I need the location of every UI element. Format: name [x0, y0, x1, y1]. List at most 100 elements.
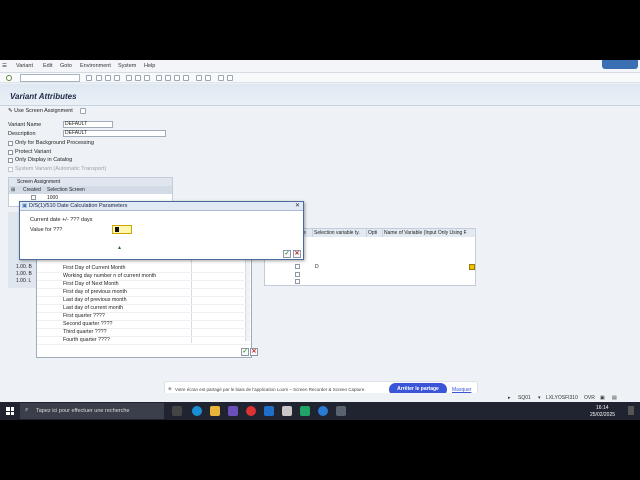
left-row-1: 1.00. B — [16, 264, 32, 270]
application-toolbar: ✎ Use Screen Assignment — [0, 106, 640, 117]
value-help-icon[interactable] — [469, 264, 475, 270]
next-page-icon[interactable] — [174, 75, 180, 81]
command-field[interactable] — [20, 74, 80, 82]
menu-environment[interactable]: Environment — [80, 63, 111, 69]
notifications-icon[interactable] — [628, 406, 634, 415]
file-explorer-icon[interactable] — [210, 406, 220, 416]
dropdown-item[interactable]: First day of previous month — [63, 289, 127, 295]
dropdown-confirm-button[interactable]: ✓ — [241, 348, 249, 356]
edge-icon[interactable] — [192, 406, 202, 416]
excel-icon[interactable] — [300, 406, 310, 416]
find-icon[interactable] — [135, 75, 141, 81]
menu-help[interactable]: Help — [144, 63, 155, 69]
new-session-icon[interactable] — [196, 75, 202, 81]
status-dropdown-icon[interactable]: ▾ — [538, 395, 541, 401]
menu-system[interactable]: System — [118, 63, 136, 69]
search-placeholder: Tapez ici pour effectuer une recherche — [36, 408, 130, 414]
status-arrow-icon[interactable]: ▸ — [508, 395, 511, 401]
current-date-label: Current date +/- ??? days — [30, 217, 93, 223]
col-created: Created — [23, 187, 41, 193]
row2-checkbox[interactable] — [295, 272, 300, 277]
menu-bar: ☰ Variant Edit Goto Environment System H… — [0, 60, 640, 73]
sap-gui-icon[interactable] — [336, 406, 346, 416]
first-page-icon[interactable] — [156, 75, 162, 81]
clock-date: 25/02/2025 — [590, 412, 616, 418]
only-display-checkbox[interactable] — [8, 158, 13, 163]
sap-logon-icon[interactable] — [318, 406, 328, 416]
dropdown-item[interactable]: First quarter ???? — [63, 313, 105, 319]
dropdown-item[interactable]: Second quarter ???? — [63, 321, 112, 327]
col-selection-screen: Selection Screen — [47, 187, 85, 193]
teams-icon[interactable] — [228, 406, 238, 416]
variant-name-label: Variant Name — [8, 122, 42, 128]
mouse-pointer-icon: ▴ — [118, 245, 122, 251]
exit-icon[interactable] — [105, 75, 111, 81]
value-for-label: Value for ??? — [30, 227, 63, 233]
date-calculation-dialog: ▣ D/S(1)/510 Date Calculation Parameters… — [19, 201, 304, 260]
screen-assignment-header: Screen Assignment — [17, 179, 61, 185]
menu-goto[interactable]: Goto — [60, 63, 72, 69]
dropdown-item[interactable]: Third quarter ???? — [63, 329, 107, 335]
dropdown-item[interactable]: Last day of current month — [63, 305, 123, 311]
chrome-icon[interactable] — [246, 406, 256, 416]
title-bar: Variant Attributes — [0, 84, 640, 106]
print-icon[interactable] — [126, 75, 132, 81]
window-controls[interactable] — [602, 60, 638, 69]
variant-name-field[interactable]: DEFAULT — [63, 121, 113, 128]
clock-time: 16:14 — [596, 405, 609, 411]
info-icon[interactable] — [80, 108, 86, 114]
menu-variant[interactable]: Variant — [16, 63, 33, 69]
enter-icon[interactable] — [6, 75, 12, 81]
sap-menu-icon[interactable]: ☰ — [2, 63, 7, 69]
dropdown-cancel-button[interactable]: ✕ — [250, 348, 258, 356]
loom-icon: ◈ — [168, 386, 172, 392]
windows-start-icon[interactable] — [6, 407, 14, 415]
windows-taskbar: ⌕ Tapez ici pour effectuer une recherche… — [0, 402, 640, 420]
use-screen-assignment-button[interactable]: ✎ Use Screen Assignment — [8, 108, 73, 114]
status-printer-icon: ▤ — [612, 395, 617, 401]
system-variant-checkbox — [8, 167, 13, 172]
value-input[interactable] — [112, 225, 132, 234]
prev-page-icon[interactable] — [165, 75, 171, 81]
col-selection-variable-type: Selection variable ty. — [313, 229, 367, 237]
screen-assignment-col-headers: ⊞ Created Selection Screen — [9, 186, 172, 194]
find-next-icon[interactable] — [144, 75, 150, 81]
col-opti: Opti — [367, 229, 383, 237]
status-mode: OVR — [584, 395, 595, 401]
dropdown-item[interactable]: Last day of previous month — [63, 297, 127, 303]
status-host: LXLYOSFI310 — [546, 395, 578, 401]
dropdown-item[interactable]: First Day of Next Month — [63, 281, 119, 287]
row-selector-header: ⊞ — [11, 187, 16, 193]
dialog-title: D/S(1)/510 Date Calculation Parameters — [29, 203, 128, 209]
help-icon[interactable] — [218, 75, 224, 81]
task-view-icon[interactable] — [172, 406, 182, 416]
description-field[interactable]: DEFAULT — [63, 130, 166, 137]
created-checkbox[interactable] — [31, 195, 36, 200]
back-icon[interactable] — [96, 75, 102, 81]
description-label: Description — [8, 131, 36, 137]
layout-icon[interactable] — [227, 75, 233, 81]
save-icon[interactable] — [86, 75, 92, 81]
row1-checkbox[interactable] — [295, 264, 300, 269]
dialog-title-bar: ▣ D/S(1)/510 Date Calculation Parameters… — [20, 202, 303, 211]
outlook-icon[interactable] — [264, 406, 274, 416]
dialog-cancel-button[interactable]: ✕ — [293, 250, 301, 258]
menu-edit[interactable]: Edit — [43, 63, 52, 69]
only-background-checkbox[interactable] — [8, 141, 13, 146]
dropdown-item[interactable]: First Day of Current Month — [63, 265, 125, 271]
dialog-confirm-button[interactable]: ✓ — [283, 250, 291, 258]
sap-dialog-icon: ▣ — [22, 203, 28, 209]
left-row-2: 1.00. B — [16, 271, 32, 277]
shortcut-icon[interactable] — [205, 75, 211, 81]
row3-checkbox[interactable] — [295, 279, 300, 284]
close-icon[interactable]: ✕ — [295, 202, 300, 209]
loom-message: Votre écran est partagé par le biais de … — [175, 387, 366, 392]
status-system: SQ01 — [518, 395, 531, 401]
dropdown-item[interactable]: Working day number n of current month — [63, 273, 156, 279]
last-page-icon[interactable] — [183, 75, 189, 81]
protect-variant-checkbox[interactable] — [8, 150, 13, 155]
dropdown-item[interactable]: Fourth quarter ???? — [63, 337, 110, 343]
taskbar-search-box[interactable]: ⌕ Tapez ici pour effectuer une recherche — [20, 403, 164, 419]
app-icon[interactable] — [282, 406, 292, 416]
cancel-icon[interactable] — [114, 75, 120, 81]
